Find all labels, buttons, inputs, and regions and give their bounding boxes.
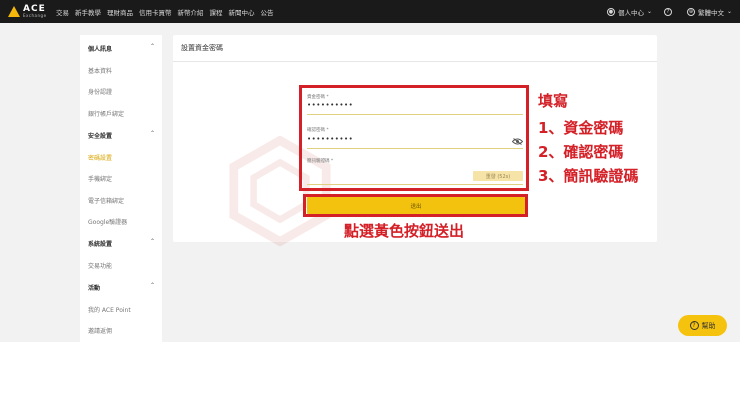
fund-password-input[interactable]: •••••••••• bbox=[307, 101, 353, 109]
sidebar-item-phone-binding[interactable]: 手機綁定 bbox=[88, 174, 112, 183]
sidebar-item-google-authenticator[interactable]: Google驗證器 bbox=[88, 217, 127, 226]
resend-code-button[interactable]: 重發 (52s) bbox=[473, 171, 523, 181]
sms-code-underline bbox=[307, 184, 523, 185]
annotation-step-3: 3、簡訊驗證碼 bbox=[538, 167, 639, 185]
sidebar-item-bank-account[interactable]: 銀行帳戶綁定 bbox=[88, 109, 124, 118]
logo-mark-icon bbox=[8, 6, 20, 17]
page: ACE Exchange 交易 新手教學 理財商品 信用卡買幣 新幣介紹 課程 … bbox=[0, 0, 740, 416]
nav-item-card-buy[interactable]: 信用卡買幣 bbox=[139, 7, 172, 17]
top-nav-bar: ACE Exchange 交易 新手教學 理財商品 信用卡買幣 新幣介紹 課程 … bbox=[0, 0, 740, 23]
annotation-fill-title: 填寫 bbox=[538, 92, 569, 110]
confirm-password-input[interactable]: •••••••••• bbox=[307, 135, 353, 143]
nav-item-trade[interactable]: 交易 bbox=[56, 7, 69, 17]
sidebar-item-identity-verification[interactable]: 身份認證 bbox=[88, 87, 112, 96]
chevron-up-icon[interactable]: ⌃ bbox=[150, 130, 155, 137]
logo-sub: Exchange bbox=[23, 13, 47, 18]
confirm-password-underline bbox=[307, 148, 523, 149]
nav-item-new-coins[interactable]: 新幣介紹 bbox=[178, 7, 204, 17]
chevron-up-icon[interactable]: ⌃ bbox=[150, 238, 155, 245]
nav-item-wealth-products[interactable]: 理財商品 bbox=[107, 7, 133, 17]
confirm-password-label: 確認密碼 * bbox=[307, 128, 329, 133]
annotation-click-note: 點選黃色按鈕送出 bbox=[344, 222, 465, 240]
language-menu[interactable]: ⊕ 繁體中文 ⌄ bbox=[686, 7, 732, 17]
sidebar-item-basic-info[interactable]: 基本資料 bbox=[88, 66, 112, 75]
annotation-step-1: 1、資金密碼 bbox=[538, 119, 624, 137]
sms-code-label: 簡訊驗證碼 * bbox=[307, 159, 334, 164]
chevron-down-icon: ⌄ bbox=[726, 8, 732, 15]
sidebar-item-email-binding[interactable]: 電子信箱綁定 bbox=[88, 196, 124, 205]
help-nav-button[interactable]: ? bbox=[663, 7, 675, 16]
sidebar-section-activities[interactable]: 活動 bbox=[88, 283, 100, 292]
sidebar-item-password-settings[interactable]: 密碼設置 bbox=[88, 153, 112, 162]
nav-item-announcements[interactable]: 公告 bbox=[261, 7, 274, 17]
help-icon: ? bbox=[689, 321, 699, 330]
main-nav: 交易 新手教學 理財商品 信用卡買幣 新幣介紹 課程 新聞中心 公告 bbox=[56, 7, 280, 17]
fund-password-label: 資金密碼 * bbox=[307, 95, 329, 100]
ace-logo[interactable]: ACE Exchange bbox=[8, 5, 56, 18]
fund-password-underline bbox=[307, 114, 523, 115]
account-menu[interactable]: ● 個人中心 ⌄ bbox=[606, 7, 652, 17]
user-icon: ● bbox=[606, 7, 615, 16]
sidebar-item-trade-functions[interactable]: 交易功能 bbox=[88, 261, 112, 270]
chevron-down-icon: ⌄ bbox=[646, 8, 652, 15]
help-button[interactable]: ? 幫助 bbox=[678, 315, 727, 336]
nav-item-news[interactable]: 新聞中心 bbox=[229, 7, 255, 17]
panel-divider bbox=[173, 61, 657, 62]
sidebar-section-personal-info[interactable]: 個人訊息 bbox=[88, 44, 112, 53]
sidebar-section-security[interactable]: 安全設置 bbox=[88, 131, 112, 140]
sidebar-item-referral-rebate[interactable]: 邀請返佣 bbox=[88, 326, 112, 335]
sidebar: 個人訊息 ⌃ 基本資料 身份認證 銀行帳戶綁定 安全設置 ⌃ 密碼設置 手機綁定… bbox=[80, 35, 162, 342]
eye-off-icon[interactable] bbox=[512, 138, 523, 145]
nav-right: ● 個人中心 ⌄ ? ⊕ 繁體中文 ⌄ bbox=[595, 0, 732, 23]
nav-item-courses[interactable]: 課程 bbox=[210, 7, 223, 17]
globe-icon: ⊕ bbox=[686, 7, 695, 16]
help-label: 幫助 bbox=[701, 321, 716, 330]
language-label: 繁體中文 bbox=[697, 8, 724, 17]
page-title: 設置資金密碼 bbox=[181, 44, 223, 52]
sidebar-section-system-settings[interactable]: 系統設置 bbox=[88, 239, 112, 248]
chevron-up-icon[interactable]: ⌃ bbox=[150, 282, 155, 289]
submit-button[interactable]: 送出 bbox=[307, 197, 525, 214]
question-icon: ? bbox=[663, 7, 672, 16]
chevron-up-icon[interactable]: ⌃ bbox=[150, 43, 155, 50]
annotation-step-2: 2、確認密碼 bbox=[538, 143, 624, 161]
sidebar-item-ace-point[interactable]: 我的 ACE Point bbox=[88, 305, 131, 314]
account-label: 個人中心 bbox=[617, 8, 644, 17]
nav-item-beginner-guide[interactable]: 新手教學 bbox=[75, 7, 101, 17]
